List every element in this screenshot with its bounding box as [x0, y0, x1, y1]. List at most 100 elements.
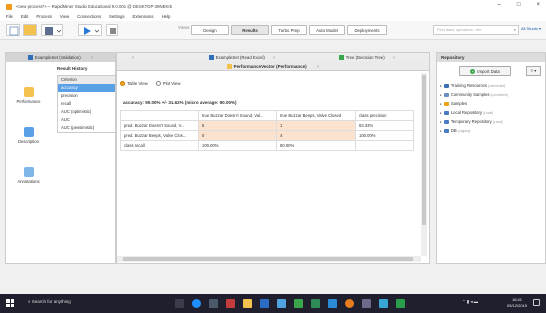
expand-caret-icon[interactable]: ▸	[440, 93, 442, 97]
app-icon[interactable]	[311, 299, 320, 308]
table-cell: 0	[198, 130, 277, 141]
file-explorer-icon[interactable]	[243, 299, 252, 308]
close-tab-icon[interactable]: ×	[317, 64, 320, 69]
repo-item-samples[interactable]: ▸ Samples	[440, 101, 467, 106]
table-header-cell	[120, 110, 199, 121]
table-header-row: true Buzzar Doesn't Sound, Val... true B…	[120, 110, 414, 121]
tab-exampleset-read-excel[interactable]: ExampleSet (Read Excel) ×	[187, 53, 297, 62]
new-process-icon[interactable]	[6, 24, 20, 36]
table-icon	[208, 55, 214, 60]
taskbar-search[interactable]: ⌕ Search for anything	[28, 299, 71, 304]
description-icon	[23, 127, 34, 137]
menu-bar: File Edit Process View Connections Setti…	[0, 12, 546, 21]
excel-icon[interactable]	[294, 299, 303, 308]
table-cell: 100.00%	[355, 130, 414, 141]
repo-item-db[interactable]: ▸ DB (Legacy)	[440, 128, 470, 133]
expand-caret-icon[interactable]: ▸	[440, 84, 442, 88]
menu-file[interactable]: File	[6, 14, 13, 19]
task-view-icon[interactable]	[175, 299, 184, 308]
app-icon[interactable]	[226, 299, 235, 308]
expand-caret-icon[interactable]: ▸	[440, 102, 442, 106]
view-tab-deployments[interactable]: Deployments	[347, 25, 387, 35]
view-tab-results[interactable]: Results	[231, 25, 269, 35]
windows-start-icon[interactable]	[6, 299, 14, 307]
table-row: class recall 100.00% 80.00%	[120, 140, 414, 151]
plot-view-radio[interactable]: Plot View	[155, 81, 181, 87]
expand-caret-icon[interactable]: ▸	[440, 129, 442, 133]
close-tab-icon[interactable]: ×	[393, 55, 396, 60]
menu-view[interactable]: View	[60, 14, 69, 19]
repo-item-community-samples[interactable]: ▸ Community Samples (connected)	[440, 92, 508, 97]
tab-tree-decision-tree[interactable]: Tree (Decision Tree) ×	[317, 53, 417, 62]
nav-description[interactable]: Description	[6, 127, 51, 144]
system-tray[interactable]: ⌃ ▮ ◂ ▬	[462, 299, 478, 305]
save-icon[interactable]	[41, 24, 63, 36]
edge-browser-icon[interactable]	[192, 299, 201, 308]
menu-settings[interactable]: Settings	[109, 14, 125, 19]
criterion-auc-optimistic[interactable]: AUC (optimistic)	[58, 108, 115, 116]
search-icon[interactable]: ⌕	[514, 26, 516, 34]
criterion-precision[interactable]: precision	[58, 92, 115, 100]
nav-performance[interactable]: Performance	[6, 87, 51, 104]
repo-item-training-resources[interactable]: ▸ Training Resources (connected)	[440, 83, 505, 88]
open-folder-icon[interactable]	[23, 24, 37, 36]
close-tab-icon[interactable]: ×	[91, 55, 94, 60]
stop-process-icon[interactable]	[106, 24, 118, 36]
menu-edit[interactable]: Edit	[21, 14, 28, 19]
folder-icon	[443, 101, 449, 106]
menu-extensions[interactable]: Extensions	[133, 14, 154, 19]
global-search-input[interactable]: Find data, operators...etc ⌕	[433, 25, 519, 35]
view-tab-turbo-prep[interactable]: Turbo Prep	[271, 25, 307, 35]
table-view-radio[interactable]: Table View	[120, 81, 148, 87]
store-icon[interactable]	[209, 299, 218, 308]
view-tab-auto-model[interactable]: Auto Model	[309, 25, 345, 35]
app-icon[interactable]	[396, 299, 405, 308]
app-icon[interactable]	[328, 299, 337, 308]
minimize-button[interactable]: –	[498, 2, 501, 8]
criteria-header: Criterion	[58, 76, 115, 84]
horizontal-scrollbar[interactable]	[117, 256, 421, 262]
repo-item-temporary-repository[interactable]: ▸ Temporary Repository (Local)	[440, 119, 503, 124]
window-title: <new process*> – RapidMiner Studio Educa…	[16, 4, 172, 9]
taskbar-clock[interactable]: 18:41 05/12/2019	[507, 297, 527, 309]
expand-caret-icon[interactable]: ▸	[440, 111, 442, 115]
confusion-matrix-table: true Buzzar Doesn't Sound, Val... true B…	[120, 110, 414, 151]
vertical-scrollbar[interactable]	[421, 73, 427, 256]
taskbar: ⌕ Search for anything ⌃ ▮ ◂ ▬ 18:41 05/1…	[0, 294, 546, 313]
maximize-button[interactable]: □	[517, 2, 521, 8]
criterion-auc-pessimistic[interactable]: AUC (pessimistic)	[58, 124, 115, 132]
table-row: pred. Buzzar Doesn't Sound, V... 5 1 83.…	[120, 120, 414, 131]
nav-annotations[interactable]: Annotations	[6, 167, 51, 184]
expand-caret-icon[interactable]: ▸	[440, 120, 442, 124]
close-button[interactable]: ×	[536, 2, 540, 8]
table-cell: 5	[198, 120, 277, 131]
app-icon[interactable]	[277, 299, 286, 308]
menu-connections[interactable]: Connections	[77, 14, 101, 19]
criterion-recall[interactable]: recall	[58, 100, 115, 108]
tab-exampleset-validation[interactable]: ExampleSet (Validation) ×	[6, 53, 115, 62]
scroll-thumb[interactable]	[123, 257, 413, 261]
views-label: Views	[178, 25, 190, 30]
menu-help[interactable]: Help	[162, 14, 171, 19]
run-process-icon[interactable]	[78, 24, 102, 36]
table-cell: class recall	[120, 140, 199, 151]
app-icon[interactable]	[379, 299, 388, 308]
app-icon[interactable]	[362, 299, 371, 308]
tab-performance-vector[interactable]: PerformanceVector (Performance) ×	[117, 62, 429, 71]
criterion-accuracy[interactable]: accuracy	[58, 84, 115, 92]
word-icon[interactable]	[260, 299, 269, 308]
close-tab-icon[interactable]: ×	[273, 55, 276, 60]
rapidminer-taskbar-icon[interactable]	[345, 299, 354, 308]
notification-icon[interactable]	[533, 299, 540, 306]
criterion-auc[interactable]: AUC	[58, 116, 115, 124]
close-tab-icon[interactable]: ×	[127, 53, 139, 62]
repo-item-local-repository[interactable]: ▸ Local Repository (Local)	[440, 110, 493, 115]
view-tab-design[interactable]: Design	[191, 25, 229, 35]
table-header-cell: true Buzzar Beeps, Valve Closed	[276, 110, 356, 121]
import-data-button[interactable]: + Import Data	[459, 66, 511, 76]
scroll-thumb[interactable]	[422, 75, 426, 225]
menu-process[interactable]: Process	[36, 14, 52, 19]
radio-unchecked-icon	[155, 81, 161, 87]
all-studio-dropdown[interactable]: All Studio ▾	[521, 26, 541, 31]
repository-menu-button[interactable]: ≡ ▾	[526, 66, 541, 76]
